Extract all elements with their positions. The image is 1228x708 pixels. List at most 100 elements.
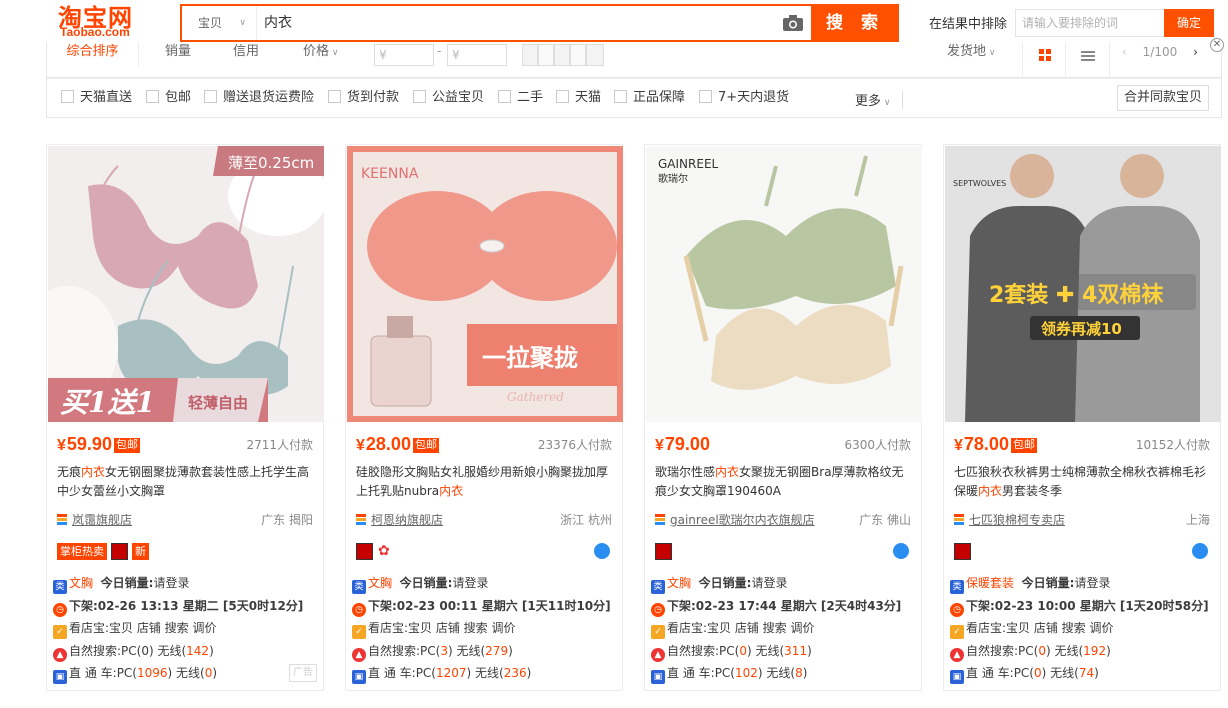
sort-credit[interactable]: 信用	[233, 42, 259, 66]
exclude-label: 在结果中排除	[929, 17, 1008, 32]
filter-tmall[interactable]: 天猫	[556, 90, 601, 106]
checkbox[interactable]	[699, 90, 712, 103]
product-title[interactable]: 歌瑞尔性感内衣女聚拢无钢圈Bra厚薄款格纹无痕少女文胸罩190460A	[655, 463, 913, 503]
tmall-icon[interactable]	[655, 543, 672, 560]
title-text: 无痕	[57, 465, 82, 479]
tmall-icon[interactable]	[954, 543, 971, 560]
login-link[interactable]: 请登录	[751, 576, 787, 590]
image-text-big: 一拉聚拢	[482, 343, 578, 372]
product-card[interactable]: SEPTWOLVES 2套装 ✚ 4双棉袜 领券再减10 ¥78.00 包邮 10…	[943, 144, 1221, 691]
product-price: ¥28.00 包邮	[356, 434, 439, 455]
wangwang-icon[interactable]	[1192, 543, 1208, 559]
list-view-icon[interactable]	[1066, 42, 1110, 77]
product-card[interactable]: 薄至0.25cm 买1送1 轻薄自由 ¥59.90 包邮 2711人付款 无痕内衣…	[46, 144, 324, 691]
camera-icon[interactable]	[782, 14, 804, 32]
product-title[interactable]: 硅胶隐形文胸贴女礼服婚纱用新娘小胸聚拢加厚上托乳贴nubra内衣	[356, 463, 614, 503]
checkbox[interactable]	[328, 90, 341, 103]
category-text[interactable]: 保暖套装	[966, 576, 1014, 590]
wangwang-icon[interactable]	[594, 543, 610, 559]
store-treasure-icon: ✓	[651, 625, 665, 639]
store-tools[interactable]: 看店宝:宝贝 店铺 搜索 调价	[966, 621, 1114, 635]
shop-link[interactable]: 七匹狼棉柯专卖店	[954, 511, 1065, 528]
product-title[interactable]: 无痕内衣女无钢圈聚拢薄款套装性感上托学生高中少女蕾丝小文胸罩	[57, 463, 315, 503]
store-tools[interactable]: 看店宝:宝贝 店铺 搜索 调价	[667, 621, 815, 635]
login-link[interactable]: 请登录	[1074, 576, 1110, 590]
login-link[interactable]: 请登录	[153, 576, 189, 590]
product-card[interactable]: KEENNA 一拉聚拢 Gathered ¥28.00 包邮 23376人付款 硅…	[345, 144, 623, 691]
filter-free-shipping[interactable]: 包邮	[146, 90, 191, 106]
checkbox[interactable]	[556, 90, 569, 103]
product-image[interactable]: 薄至0.25cm 买1送1 轻薄自由	[48, 146, 324, 422]
filter-return-insurance[interactable]: 赠送退货运费险	[204, 90, 314, 106]
category-text[interactable]: 文胸	[69, 576, 93, 590]
product-image[interactable]: SEPTWOLVES 2套装 ✚ 4双棉袜 领券再减10	[945, 146, 1221, 422]
chevron-left-icon[interactable]: ‹	[1122, 45, 1127, 59]
ship-from-select[interactable]: 发货地 ∨	[947, 42, 995, 66]
sales-count: 2711人付款	[246, 438, 313, 452]
filter-cod[interactable]: 货到付款	[328, 90, 399, 106]
natural-search-label: 自然搜索:	[667, 643, 720, 658]
chevron-right-icon[interactable]: ›	[1193, 45, 1198, 59]
search-category-select[interactable]: 宝贝 ∨	[182, 6, 257, 40]
shop-link[interactable]: 岚霭旗舰店	[57, 511, 132, 528]
checkbox[interactable]	[146, 90, 159, 103]
store-tools[interactable]: 看店宝:宝贝 店铺 搜索 调价	[368, 621, 516, 635]
store-tools[interactable]: 看店宝:宝贝 店铺 搜索 调价	[69, 621, 217, 635]
checkbox[interactable]	[614, 90, 627, 103]
price-min-input[interactable]: ¥	[374, 44, 434, 66]
stats-panel: 类文胸 今日销量:请登录 ◷ 下架:02-23 17:44 星期六 [2天4时43…	[651, 572, 919, 685]
tmall-icon[interactable]	[356, 543, 373, 560]
close-icon[interactable]: ✕	[1210, 38, 1224, 52]
yen-symbol: ¥	[57, 437, 66, 454]
exclude-input[interactable]: 请输入要排除的词	[1015, 9, 1165, 37]
shop-link[interactable]: gainreel歌瑞尔内衣旗舰店	[655, 511, 815, 528]
checkbox[interactable]	[204, 90, 217, 103]
natural-search-pc: 3	[440, 643, 448, 658]
natural-search-icon: ▲	[950, 647, 964, 662]
filter-label: 公益宝贝	[432, 90, 485, 105]
checkbox[interactable]	[61, 90, 74, 103]
price-range-bar[interactable]	[522, 44, 538, 66]
search-button[interactable]: 搜 索	[811, 4, 899, 42]
category-icon: 类	[352, 580, 366, 594]
ztc-wx: 0	[204, 666, 213, 680]
sort-sales[interactable]: 销量	[165, 42, 191, 66]
grid-view-icon[interactable]	[1022, 42, 1066, 77]
search-input[interactable]: 内衣	[264, 6, 292, 40]
shop-link[interactable]: 柯恩纳旗舰店	[356, 511, 443, 528]
merge-same-button[interactable]: 合并同款宝贝	[1117, 85, 1209, 111]
sort-default[interactable]: 综合排序	[47, 42, 139, 66]
price-max-input[interactable]: ¥	[447, 44, 507, 66]
ztc-pc: 1207	[435, 666, 467, 680]
wangwang-icon[interactable]	[893, 543, 909, 559]
category-text[interactable]: 文胸	[368, 576, 392, 590]
sort-price[interactable]: 价格 ∨	[303, 42, 338, 66]
price-range-bar[interactable]	[570, 44, 586, 66]
price-range-bar[interactable]	[554, 44, 570, 66]
today-sales-label: 今日销量:	[698, 576, 752, 590]
clock-icon: ◷	[53, 602, 67, 617]
tmall-icon[interactable]	[111, 543, 128, 560]
product-card[interactable]: GAINREEL 歌瑞尔 ¥79.00 6300人付款 歌瑞尔性感内衣女聚拢无钢…	[644, 144, 922, 691]
filter-more[interactable]: 更多 ∨	[855, 90, 904, 109]
product-image[interactable]: GAINREEL 歌瑞尔	[646, 146, 922, 422]
filter-charity[interactable]: 公益宝贝	[413, 90, 484, 106]
product-title[interactable]: 七匹狼秋衣秋裤男士纯棉薄款全棉秋衣裤棉毛衫保暖内衣男套装冬季	[954, 463, 1212, 503]
price-range-bar[interactable]	[538, 44, 554, 66]
login-link[interactable]: 请登录	[452, 576, 488, 590]
flower-icon[interactable]: ✿	[377, 543, 394, 560]
product-image[interactable]: KEENNA 一拉聚拢 Gathered	[347, 146, 623, 422]
filter-tmall-direct[interactable]: 天猫直送	[61, 90, 132, 106]
filter-7day-return[interactable]: 7+天内退货	[699, 90, 789, 106]
shop-icon	[954, 514, 964, 525]
store-treasure-icon: ✓	[53, 625, 67, 639]
category-text[interactable]: 文胸	[667, 576, 691, 590]
exclude-confirm-button[interactable]: 确定	[1164, 9, 1214, 37]
shop-icon	[655, 514, 665, 525]
checkbox[interactable]	[498, 90, 511, 103]
price-range-bar[interactable]	[586, 44, 604, 66]
filter-genuine[interactable]: 正品保障	[614, 90, 685, 106]
filter-second-hand[interactable]: 二手	[498, 90, 543, 106]
checkbox[interactable]	[413, 90, 426, 103]
taobao-logo[interactable]: 淘宝网 Taobao.com	[52, 0, 162, 44]
